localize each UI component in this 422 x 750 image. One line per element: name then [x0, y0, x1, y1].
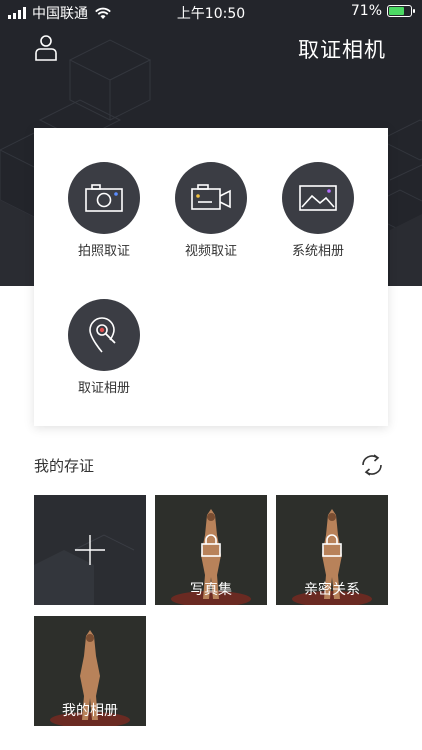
action-card: 拍照取证 视频取证 系统相册 取证相册: [34, 128, 388, 426]
photo-evidence-label: 拍照取证: [77, 244, 130, 259]
page-title: 取证相机: [298, 38, 386, 62]
profile-button[interactable]: [34, 34, 58, 62]
add-album-tile[interactable]: [34, 495, 146, 605]
lock-icon: [201, 534, 221, 557]
battery-percent: 71%: [350, 3, 382, 19]
system-album-label: 系统相册: [291, 244, 344, 259]
status-bar: 中国联通 上午10:50 71%: [0, 0, 422, 24]
add-album-background: [34, 534, 135, 605]
video-evidence-button[interactable]: 视频取证: [161, 162, 261, 259]
gallery-icon: [299, 185, 337, 211]
location-search-icon: [89, 317, 116, 353]
album-label: 亲密关系: [304, 582, 360, 598]
video-evidence-circle: [175, 162, 247, 234]
camera-icon: [85, 184, 123, 212]
refresh-icon: [362, 454, 382, 476]
evidence-album-circle: [68, 299, 140, 371]
album-label: 写真集: [190, 582, 232, 598]
album-tile-my-album[interactable]: 我的相册: [34, 616, 146, 726]
album-label: 我的相册: [62, 703, 118, 719]
lock-icon: [322, 534, 342, 557]
battery-fill: [389, 7, 404, 15]
album-tile-intimate[interactable]: 亲密关系: [276, 495, 388, 605]
video-evidence-label: 视频取证: [184, 244, 237, 259]
photo-evidence-button[interactable]: 拍照取证: [54, 162, 154, 259]
refresh-button[interactable]: [359, 452, 385, 478]
system-album-button[interactable]: 系统相册: [268, 162, 368, 259]
evidence-album-button[interactable]: 取证相册: [54, 299, 154, 396]
system-album-circle: [282, 162, 354, 234]
video-camera-icon: [191, 184, 231, 210]
battery-icon: [387, 5, 415, 17]
status-right: 71%: [350, 3, 415, 19]
photo-evidence-circle: [68, 162, 140, 234]
user-icon: [35, 35, 57, 61]
my-evidence-title: 我的存证: [34, 457, 95, 475]
album-tile-photoshoot[interactable]: 写真集: [155, 495, 267, 605]
evidence-album-label: 取证相册: [77, 381, 130, 396]
